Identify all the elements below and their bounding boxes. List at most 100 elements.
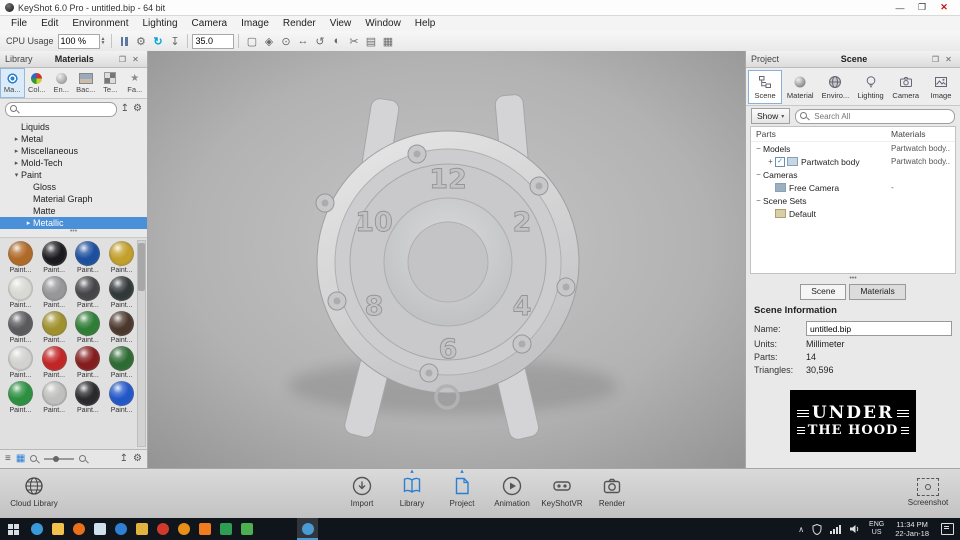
collapse-icon[interactable]: − xyxy=(754,170,763,179)
minimize-button[interactable]: — xyxy=(889,3,911,13)
language-switcher[interactable]: ENG US xyxy=(864,521,889,537)
menu-render[interactable]: Render xyxy=(276,18,323,29)
watch-3d-model[interactable]: 12 2 4 6 8 10 xyxy=(148,51,745,468)
swatch-scrollbar[interactable] xyxy=(137,240,146,447)
panel-splitter-handle[interactable]: ••• xyxy=(746,274,960,284)
list-view-icon[interactable]: ≡ xyxy=(5,450,11,468)
zoom-in-icon[interactable] xyxy=(79,454,88,464)
orbit-view-icon[interactable]: ↺ xyxy=(311,35,328,48)
network-icon[interactable] xyxy=(826,524,845,534)
menu-view[interactable]: View xyxy=(323,18,359,29)
scene-node-models[interactable]: − Models Partwatch body.. xyxy=(751,142,955,155)
material-swatch[interactable]: Paint... xyxy=(38,241,71,274)
expand-arrow-icon[interactable]: ▸ xyxy=(12,147,21,155)
performance-gear-icon[interactable]: ⚙ xyxy=(132,35,149,48)
visibility-checkbox[interactable]: ✓ xyxy=(775,156,785,167)
scene-node-partwatch-body[interactable]: + ✓ Partwatch body Partwatch body.. xyxy=(751,155,955,168)
animation-button[interactable]: Animation xyxy=(488,475,536,508)
thumbnail-size-slider[interactable] xyxy=(44,456,75,462)
material-swatch[interactable]: Paint... xyxy=(38,276,71,309)
scene-name-input[interactable] xyxy=(806,321,952,336)
material-swatch[interactable]: Paint... xyxy=(38,346,71,379)
tree-item-paint[interactable]: ▾ Paint xyxy=(0,169,147,181)
maximize-button[interactable]: ❐ xyxy=(911,2,933,13)
close-button[interactable]: ✕ xyxy=(933,2,955,13)
start-button[interactable] xyxy=(0,518,26,540)
import-button[interactable]: Import xyxy=(338,475,386,508)
close-panel-icon[interactable]: ✕ xyxy=(942,55,955,64)
volume-icon[interactable] xyxy=(845,524,864,534)
backplate-icon[interactable]: ▤ xyxy=(362,35,379,48)
menu-environment[interactable]: Environment xyxy=(65,18,135,29)
library-search-box[interactable] xyxy=(5,101,117,117)
render-region-icon[interactable]: ▢ xyxy=(243,35,260,48)
material-swatch[interactable]: Paint... xyxy=(105,311,138,344)
save-frame-icon[interactable]: ↧ xyxy=(166,35,183,48)
material-swatch[interactable]: Paint... xyxy=(105,346,138,379)
scene-node-scene-sets[interactable]: − Scene Sets xyxy=(751,194,955,207)
tab-camera[interactable]: Camera xyxy=(889,70,923,104)
close-panel-icon[interactable]: ✕ xyxy=(129,55,142,64)
grid-view-icon[interactable]: ▦ xyxy=(16,450,25,468)
green-app-icon[interactable] xyxy=(236,518,257,540)
tab-lighting[interactable]: Lighting xyxy=(854,70,888,104)
scene-search-box[interactable] xyxy=(795,108,955,124)
time-limit-input[interactable] xyxy=(192,33,235,49)
material-picker-icon[interactable]: ◈ xyxy=(260,35,277,48)
opera-icon[interactable] xyxy=(152,518,173,540)
library-search-input[interactable] xyxy=(22,103,112,115)
menu-file[interactable]: File xyxy=(4,18,34,29)
tab-materials[interactable]: Ma... xyxy=(0,68,25,98)
taskbar-clock[interactable]: 11:34 PM 22-Jan-18 xyxy=(889,520,935,538)
material-swatch[interactable]: Paint... xyxy=(4,311,37,344)
collapse-icon[interactable]: − xyxy=(754,196,763,205)
keyshot-taskbar-icon[interactable] xyxy=(297,518,318,540)
focus-target-icon[interactable]: ⊙ xyxy=(277,35,294,48)
parts-column-header[interactable]: Parts xyxy=(751,129,891,139)
menu-edit[interactable]: Edit xyxy=(34,18,65,29)
zoom-out-icon[interactable] xyxy=(30,454,39,464)
material-swatch[interactable]: Paint... xyxy=(4,381,37,414)
menu-help[interactable]: Help xyxy=(408,18,443,29)
cortana-search-icon[interactable] xyxy=(26,518,47,540)
illustrator-icon[interactable] xyxy=(194,518,215,540)
expand-arrow-icon[interactable]: ▸ xyxy=(24,219,33,227)
tab-image[interactable]: Image xyxy=(924,70,958,104)
tab-favorites[interactable]: ★ Fa... xyxy=(123,68,148,98)
cpu-usage-spinner[interactable]: ▲ ▼ xyxy=(101,37,106,46)
tree-item-gloss[interactable]: Gloss xyxy=(0,181,147,193)
screenshot-button[interactable]: Screenshot xyxy=(904,475,952,507)
float-panel-icon[interactable]: ❐ xyxy=(929,55,942,64)
scene-node-default-set[interactable]: Default xyxy=(751,207,955,220)
update-realtime-icon[interactable]: ↻ xyxy=(149,35,166,48)
firefox-icon[interactable] xyxy=(68,518,89,540)
file-explorer-icon[interactable] xyxy=(47,518,68,540)
cloud-library-button[interactable]: Cloud Library xyxy=(10,475,58,508)
menu-window[interactable]: Window xyxy=(358,18,408,29)
keyshotvr-button[interactable]: KeyShotVR xyxy=(538,475,586,508)
cut-geometry-icon[interactable]: ✂ xyxy=(345,35,362,48)
footer-settings-icon[interactable]: ⚙ xyxy=(133,450,142,468)
material-swatch[interactable]: Paint... xyxy=(4,346,37,379)
upload-material-icon[interactable]: ↥ xyxy=(120,450,128,468)
material-swatch[interactable]: Paint... xyxy=(105,241,138,274)
scene-node-cameras[interactable]: − Cameras xyxy=(751,168,955,181)
tree-item-material-graph[interactable]: Material Graph xyxy=(0,193,147,205)
material-swatch[interactable]: Paint... xyxy=(72,311,105,344)
menu-image[interactable]: Image xyxy=(234,18,276,29)
tree-item-metal[interactable]: ▸ Metal xyxy=(0,133,147,145)
tab-material[interactable]: Material xyxy=(783,70,817,104)
notification-center-icon[interactable] xyxy=(941,523,954,535)
menu-camera[interactable]: Camera xyxy=(185,18,235,29)
expand-arrow-icon[interactable]: ▸ xyxy=(12,159,21,167)
material-swatch[interactable]: Paint... xyxy=(105,276,138,309)
collapse-icon[interactable]: − xyxy=(754,144,763,153)
material-swatch[interactable]: Paint... xyxy=(72,241,105,274)
project-button[interactable]: ▴ Project xyxy=(438,468,486,508)
vlc-icon[interactable] xyxy=(173,518,194,540)
material-swatch[interactable]: Paint... xyxy=(72,381,105,414)
folder-icon[interactable] xyxy=(131,518,152,540)
excel-icon[interactable] xyxy=(215,518,236,540)
tab-textures[interactable]: Te... xyxy=(98,68,123,98)
material-swatch[interactable]: Paint... xyxy=(38,311,71,344)
